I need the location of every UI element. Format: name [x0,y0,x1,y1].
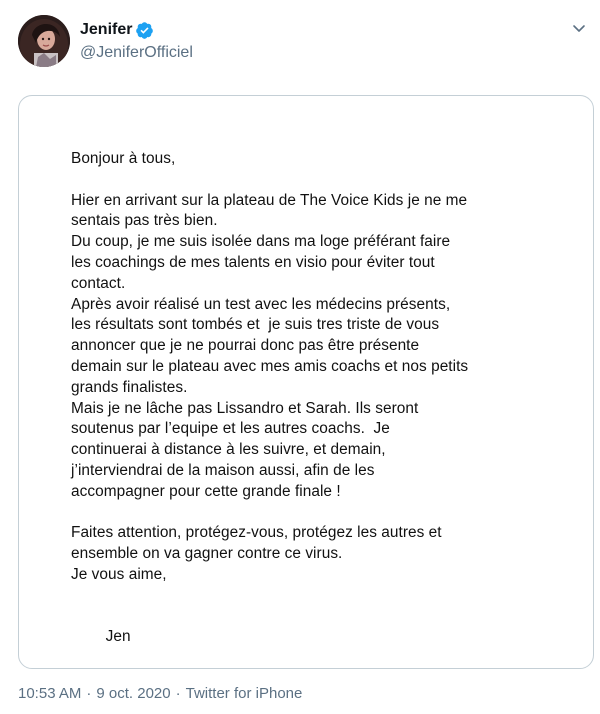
letter-line: continuerai à distance à les suivre, et … [71,441,386,459]
letter-line: Du coup, je me suis isolée dans ma loge … [71,233,451,251]
tweet-header: Jenifer @JeniferOfficiel [18,15,590,73]
letter-line: accompagner pour cette grande finale ! [71,482,341,500]
signature-row: Jen [71,607,571,668]
verified-badge-icon [135,21,154,40]
letter-line: grands finalistes. [71,378,188,396]
name-row: Jenifer [80,20,193,40]
avatar-image [18,15,70,67]
letter-line: Faites attention, protégez-vous, protége… [71,524,442,542]
letter-line: soutenus par l’equipe et les autres coac… [71,420,390,438]
tweet-date[interactable]: 9 oct. 2020 [96,685,170,702]
letter-line: Mais je ne lâche pas Lissandro et Sarah.… [71,399,419,417]
tweet: Jenifer @JeniferOfficiel Bonjour à tous,… [0,0,600,714]
letter-line: Je vous aime, [71,565,167,583]
letter-line: Hier en arrivant sur la plateau de The V… [71,191,468,209]
tweet-meta: 10:53 AM · 9 oct. 2020 · Twitter for iPh… [18,685,302,702]
display-name[interactable]: Jenifer [80,21,132,39]
media-card[interactable]: Bonjour à tous, Hier en arrivant sur la … [18,95,594,669]
chevron-down-icon[interactable] [568,17,590,39]
signature: Jen [105,628,131,646]
user-handle[interactable]: @JeniferOfficiel [80,44,193,62]
letter-text: Bonjour à tous, Hier en arrivant sur la … [71,149,571,668]
letter-line: Après avoir réalisé un test avec les méd… [71,295,451,313]
letter-line: les coachings de mes talents en visio po… [71,253,435,271]
kiss-mark-icon [112,648,130,662]
letter-line: ensemble on va gagner contre ce virus. [71,545,343,563]
meta-separator: · [86,685,92,702]
letter-greeting: Bonjour à tous, [71,150,176,167]
letter-line: j’interviendrai de la maison aussi, afin… [71,461,375,479]
tweet-source[interactable]: Twitter for iPhone [186,685,303,702]
letter-line: contact. [71,274,126,292]
letter-line: demain sur le plateau avec mes amis coac… [71,357,469,375]
letter-line: sentais pas très bien. [71,212,218,230]
user-info: Jenifer @JeniferOfficiel [80,20,193,62]
letter-line: les résultats sont tombés et je suis tre… [71,316,440,334]
letter-line: annoncer que je ne pourrai donc pas être… [71,337,420,355]
tweet-time[interactable]: 10:53 AM [18,685,81,702]
meta-separator: · [175,685,181,702]
avatar[interactable] [18,15,70,67]
